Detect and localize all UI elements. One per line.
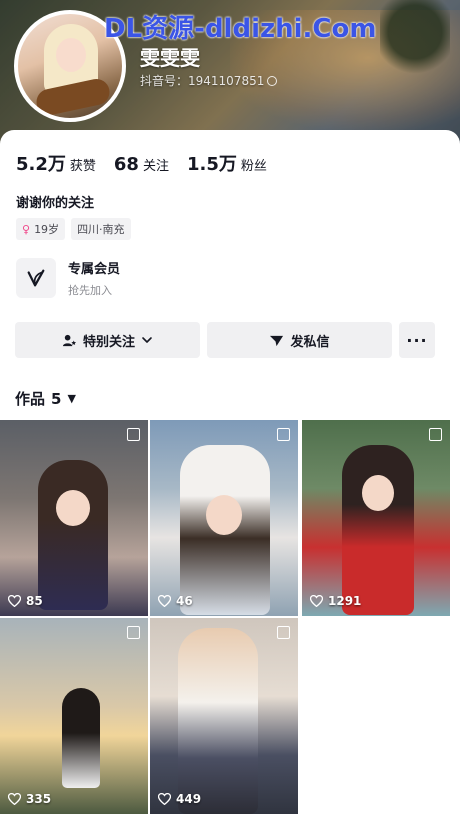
stat-likes-label: 获赞 xyxy=(69,159,96,174)
avatar-face xyxy=(56,38,86,72)
stats-row: 5.2万 获赞 68 关注 1.5万 粉丝 xyxy=(16,150,285,176)
video-likes-count: 85 xyxy=(26,594,43,608)
video-thumbnail xyxy=(38,460,108,610)
video-tile[interactable]: 449 xyxy=(150,618,298,814)
heart-icon xyxy=(8,793,21,805)
copy-icon[interactable] xyxy=(267,76,278,86)
video-thumbnail xyxy=(178,628,258,814)
location-text: 四川·南充 xyxy=(77,223,125,236)
video-likes-count: 46 xyxy=(176,594,193,608)
heart-icon xyxy=(158,793,171,805)
age-text: 19岁 xyxy=(34,223,60,236)
caret-down-icon: ▼ xyxy=(67,392,76,405)
video-tile[interactable]: 335 xyxy=(0,618,148,814)
stat-followers-label: 粉丝 xyxy=(240,159,267,174)
heart-icon xyxy=(310,595,323,607)
multi-image-icon xyxy=(277,626,290,639)
stat-followers-count: 1.5万 xyxy=(186,154,237,175)
user-star-icon xyxy=(62,334,77,346)
video-likes: 46 xyxy=(158,594,193,608)
works-label: 作品 xyxy=(15,390,46,408)
video-thumbnail xyxy=(62,688,100,788)
profile-nickname: 雯雯雯 xyxy=(140,46,200,70)
profile-card: 5.2万 获赞 68 关注 1.5万 粉丝 谢谢你的关注 ♀ 19岁 四川·南充 xyxy=(0,130,460,818)
multi-image-icon xyxy=(429,428,442,441)
more-button[interactable]: ··· xyxy=(399,322,435,358)
member-title: 专属会员 xyxy=(68,262,121,277)
video-thumbnail-face xyxy=(56,490,90,526)
member-icon xyxy=(16,258,56,298)
video-thumbnail-face xyxy=(362,475,394,511)
stat-following-count: 68 xyxy=(113,154,139,175)
stat-followers[interactable]: 1.5万 粉丝 xyxy=(187,150,267,176)
special-follow-label: 特别关注 xyxy=(82,334,135,350)
heart-icon xyxy=(158,595,171,607)
action-buttons: 特别关注 发私信 ··· xyxy=(15,322,435,358)
video-likes-count: 449 xyxy=(176,792,202,806)
send-message-button[interactable]: 发私信 xyxy=(207,322,392,358)
send-icon xyxy=(270,335,284,346)
watermark-text: DL资源-dldizhi.Com xyxy=(104,14,377,44)
works-tab[interactable]: 作品 5 ▼ xyxy=(15,388,76,409)
video-tile[interactable]: 46 xyxy=(150,420,298,616)
multi-image-icon xyxy=(127,626,140,639)
video-tile[interactable]: 1291 xyxy=(302,420,450,616)
stat-following-label: 关注 xyxy=(142,159,169,174)
stat-likes[interactable]: 5.2万 获赞 xyxy=(16,150,96,176)
video-thumbnail-face xyxy=(206,495,242,535)
video-tile[interactable]: 85 xyxy=(0,420,148,616)
member-subtitle: 抢先加入 xyxy=(68,284,112,297)
video-thumbnail xyxy=(342,445,414,615)
douyin-id-text: 抖音号：1941107851 xyxy=(140,74,265,88)
video-likes: 449 xyxy=(158,792,201,806)
send-message-label: 发私信 xyxy=(290,334,330,350)
works-count: 5 xyxy=(51,389,62,408)
female-icon: ♀ xyxy=(22,222,31,236)
location-tag: 四川·南充 xyxy=(71,218,131,240)
exclusive-member-entry[interactable]: 专属会员 抢先加入 xyxy=(16,258,120,298)
profile-signature: 谢谢你的关注 xyxy=(16,196,95,211)
stat-following[interactable]: 68 关注 xyxy=(114,154,169,175)
special-follow-button[interactable]: 特别关注 xyxy=(15,322,200,358)
multi-image-icon xyxy=(127,428,140,441)
video-likes: 85 xyxy=(8,594,43,608)
video-likes-count: 335 xyxy=(26,792,52,806)
heart-icon xyxy=(8,595,21,607)
chevron-down-icon xyxy=(142,337,152,343)
video-likes-count: 1291 xyxy=(328,594,362,608)
multi-image-icon xyxy=(277,428,290,441)
video-likes: 1291 xyxy=(310,594,361,608)
video-likes: 335 xyxy=(8,792,51,806)
profile-tags: ♀ 19岁 四川·南充 xyxy=(16,218,137,240)
douyin-id[interactable]: 抖音号：1941107851 xyxy=(140,72,278,89)
stat-likes-count: 5.2万 xyxy=(16,154,66,175)
age-tag: ♀ 19岁 xyxy=(16,218,66,240)
